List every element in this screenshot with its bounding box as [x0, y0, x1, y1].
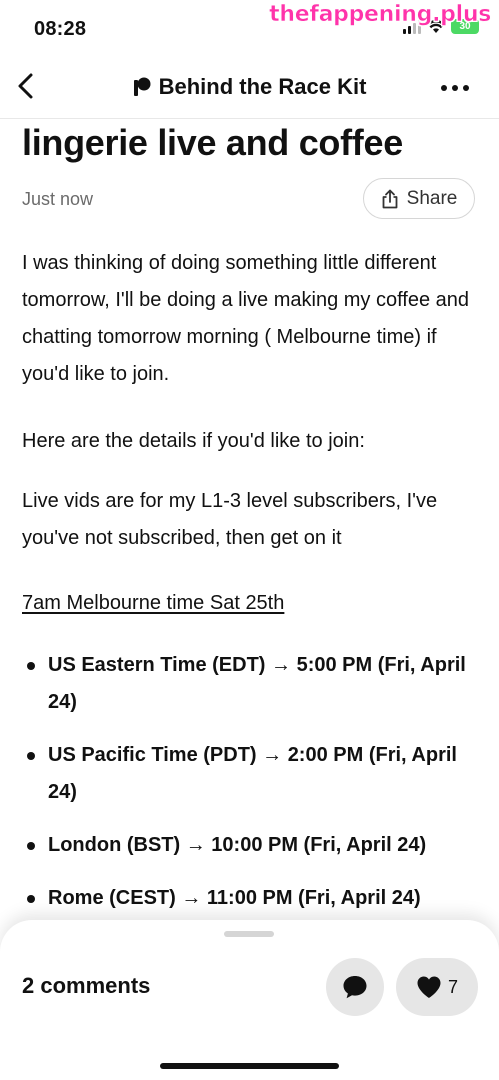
chat-bubble-icon — [343, 976, 367, 999]
bullet-icon — [27, 662, 35, 670]
list-item-text: US Eastern Time (EDT) → 5:00 PM (Fri, Ap… — [48, 654, 466, 713]
list-item: US Pacific Time (PDT) → 2:00 PM (Fri, Ap… — [22, 737, 482, 811]
ellipsis-icon[interactable] — [441, 78, 469, 98]
list-item: US Eastern Time (EDT) → 5:00 PM (Fri, Ap… — [22, 647, 482, 721]
post-paragraph: Live vids are for my L1-3 level subscrib… — [22, 490, 438, 549]
list-item-text: US Pacific Time (PDT) → 2:00 PM (Fri, Ap… — [48, 744, 457, 803]
status-bar: 08:28 30 thefappening.plus — [0, 0, 499, 56]
sheet-drag-handle[interactable] — [224, 931, 274, 937]
post-timestamp: Just now — [22, 189, 94, 209]
comments-count[interactable]: 2 comments — [22, 973, 150, 999]
share-button[interactable]: Share — [363, 178, 475, 219]
share-label: Share — [406, 187, 458, 209]
bullet-icon — [27, 842, 35, 850]
post-paragraph: Here are the details if you'd like to jo… — [22, 430, 365, 452]
comments-bottom-sheet[interactable]: 2 comments 7 — [0, 920, 499, 1080]
bullet-icon — [27, 895, 35, 903]
like-count: 7 — [447, 976, 458, 997]
post-title: lingerie live and coffee — [22, 122, 403, 163]
list-item: Rome (CEST) → 11:00 PM (Fri, April 24) — [22, 880, 482, 917]
nav-bar: Behind the Race Kit — [0, 60, 499, 116]
list-item-text: Rome (CEST) → 11:00 PM (Fri, April 24) — [48, 887, 421, 909]
timezone-list: US Eastern Time (EDT) → 5:00 PM (Fri, Ap… — [22, 647, 482, 933]
creator-name: Behind the Race Kit — [158, 74, 367, 99]
status-time: 08:28 — [34, 18, 87, 40]
patreon-icon — [133, 77, 151, 96]
heart-icon — [417, 976, 441, 998]
list-item-text: London (BST) → 10:00 PM (Fri, April 24) — [48, 834, 427, 856]
bullet-icon — [27, 752, 35, 760]
share-icon — [382, 189, 398, 208]
post-schedule-heading: 7am Melbourne time Sat 25th — [22, 592, 285, 614]
list-item: London (BST) → 10:00 PM (Fri, April 24) — [22, 827, 482, 864]
comment-button[interactable] — [326, 958, 384, 1016]
post-paragraph: I was thinking of doing something little… — [22, 252, 470, 385]
header-divider — [0, 118, 499, 119]
like-button[interactable]: 7 — [396, 958, 478, 1016]
creator-link[interactable]: Behind the Race Kit — [0, 74, 499, 100]
home-indicator — [160, 1063, 339, 1069]
watermark: thefappening.plus — [269, 2, 492, 28]
